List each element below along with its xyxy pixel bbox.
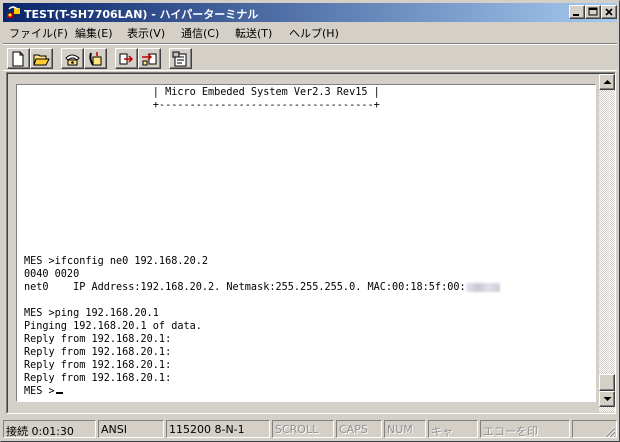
terminal-line-text: Pinging 192.168.20.1 of data. — [24, 321, 202, 332]
menu-edit[interactable]: 編集(E) — [75, 25, 113, 41]
terminal-line: | Micro Embeded System Ver2.3 Rev15 | — [24, 86, 590, 99]
terminal-line: MES >ping 192.168.20.1 — [24, 307, 590, 320]
receive-button[interactable] — [138, 48, 161, 69]
status-caps: CAPS — [336, 420, 382, 438]
terminal-line: Pinging 192.168.20.1 of data. — [24, 320, 590, 333]
terminal-output: | Micro Embeded System Ver2.3 Rev15 | +-… — [24, 86, 590, 400]
status-connected-time: 接続 0:01:30 — [3, 420, 96, 438]
terminal-line: net0 IP Address:192.168.20.2. Netmask:25… — [24, 281, 590, 294]
terminal-line-text: MES > — [24, 386, 55, 397]
terminal-frame: | Micro Embeded System Ver2.3 Rev15 | +-… — [6, 72, 616, 414]
status-capture: キャ — [428, 420, 478, 438]
new-connection-button[interactable] — [7, 48, 30, 69]
properties-icon — [172, 51, 187, 67]
redacted-mac-suffix — [465, 282, 500, 292]
maximize-button[interactable] — [585, 5, 601, 19]
window-title: TEST(T-SH7706LAN) - ハイパーターミナル — [24, 8, 259, 21]
call-button[interactable] — [61, 48, 84, 69]
terminal-line-text: net0 IP Address:192.168.20.2. Netmask:25… — [24, 282, 466, 293]
terminal-line: Reply from 192.168.20.1: — [24, 372, 590, 385]
status-print-echo: エコーを印 — [480, 420, 570, 438]
close-icon — [605, 8, 613, 16]
minimize-button[interactable] — [569, 5, 585, 19]
arrow-up-icon — [603, 80, 612, 84]
send-button[interactable] — [115, 48, 138, 69]
terminal-line-text: +-----------------------------------+ — [24, 100, 380, 111]
status-port-settings: 115200 8-N-1 — [166, 420, 270, 438]
terminal-cursor — [55, 392, 63, 394]
scroll-up-button[interactable] — [599, 74, 615, 90]
new-document-icon — [12, 51, 24, 67]
terminal-line-text: Reply from 192.168.20.1: — [24, 360, 172, 371]
menu-help[interactable]: ヘルプ(H) — [289, 25, 339, 41]
vertical-scrollbar[interactable] — [599, 74, 615, 412]
terminal-line-text: Reply from 192.168.20.1: — [24, 347, 172, 358]
receive-file-icon — [142, 53, 157, 66]
terminal-line-text: MES >ifconfig ne0 192.168.20.2 — [24, 256, 209, 267]
terminal-line-text: 0040 0020 — [24, 269, 80, 280]
open-button[interactable] — [30, 48, 53, 69]
terminal-line-text: | Micro Embeded System Ver2.3 Rev15 | — [24, 87, 380, 98]
menu-communication[interactable]: 通信(C) — [181, 25, 219, 41]
hyperterminal-app-icon[interactable] — [6, 5, 21, 20]
terminal-line: +-----------------------------------+ — [24, 99, 590, 112]
phone-call-icon — [65, 54, 80, 66]
menu-transfer[interactable]: 転送(T) — [235, 25, 272, 41]
properties-button[interactable] — [169, 48, 192, 69]
maximize-icon — [588, 7, 598, 16]
menu-view[interactable]: 表示(V) — [127, 25, 165, 41]
disconnect-button[interactable] — [84, 48, 107, 69]
status-num: NUM — [384, 420, 426, 438]
terminal-line: 0040 0020 — [24, 268, 590, 281]
scroll-down-button[interactable] — [599, 391, 615, 407]
terminal-line: MES >ifconfig ne0 192.168.20.2 — [24, 255, 590, 268]
terminal-line-text: Reply from 192.168.20.1: — [24, 373, 172, 384]
terminal-line: MES > — [24, 385, 590, 398]
title-bar[interactable]: TEST(T-SH7706LAN) - ハイパーターミナル — [3, 3, 617, 22]
terminal-line: Reply from 192.168.20.1: — [24, 333, 590, 346]
terminal-screen[interactable]: | Micro Embeded System Ver2.3 Rev15 | +-… — [16, 84, 596, 402]
open-folder-icon — [33, 54, 50, 66]
terminal-line-text: Reply from 192.168.20.1: — [24, 334, 172, 345]
minimize-icon — [573, 14, 579, 16]
hyperterminal-window: TEST(T-SH7706LAN) - ハイパーターミナル ファイル(F) 編集… — [0, 0, 620, 442]
scroll-thumb[interactable] — [599, 374, 615, 391]
toolbar — [3, 43, 617, 71]
terminal-line: Reply from 192.168.20.1: — [24, 359, 590, 372]
status-scroll: SCROLL — [272, 420, 334, 438]
arrow-down-icon — [603, 397, 612, 401]
phone-disconnect-icon — [89, 52, 102, 66]
terminal-line-text: MES >ping 192.168.20.1 — [24, 308, 159, 319]
status-bar: 接続 0:01:30 ANSI 115200 8-N-1 SCROLL CAPS… — [3, 419, 617, 439]
terminal-line: Reply from 192.168.20.1: — [24, 346, 590, 359]
resize-grip-icon[interactable] — [604, 426, 616, 438]
menu-file[interactable]: ファイル(F) — [9, 25, 68, 41]
send-file-icon — [119, 53, 134, 65]
close-button[interactable] — [601, 5, 617, 19]
menu-bar: ファイル(F) 編集(E) 表示(V) 通信(C) 転送(T) ヘルプ(H) — [3, 22, 617, 42]
status-emulation: ANSI — [98, 420, 164, 438]
